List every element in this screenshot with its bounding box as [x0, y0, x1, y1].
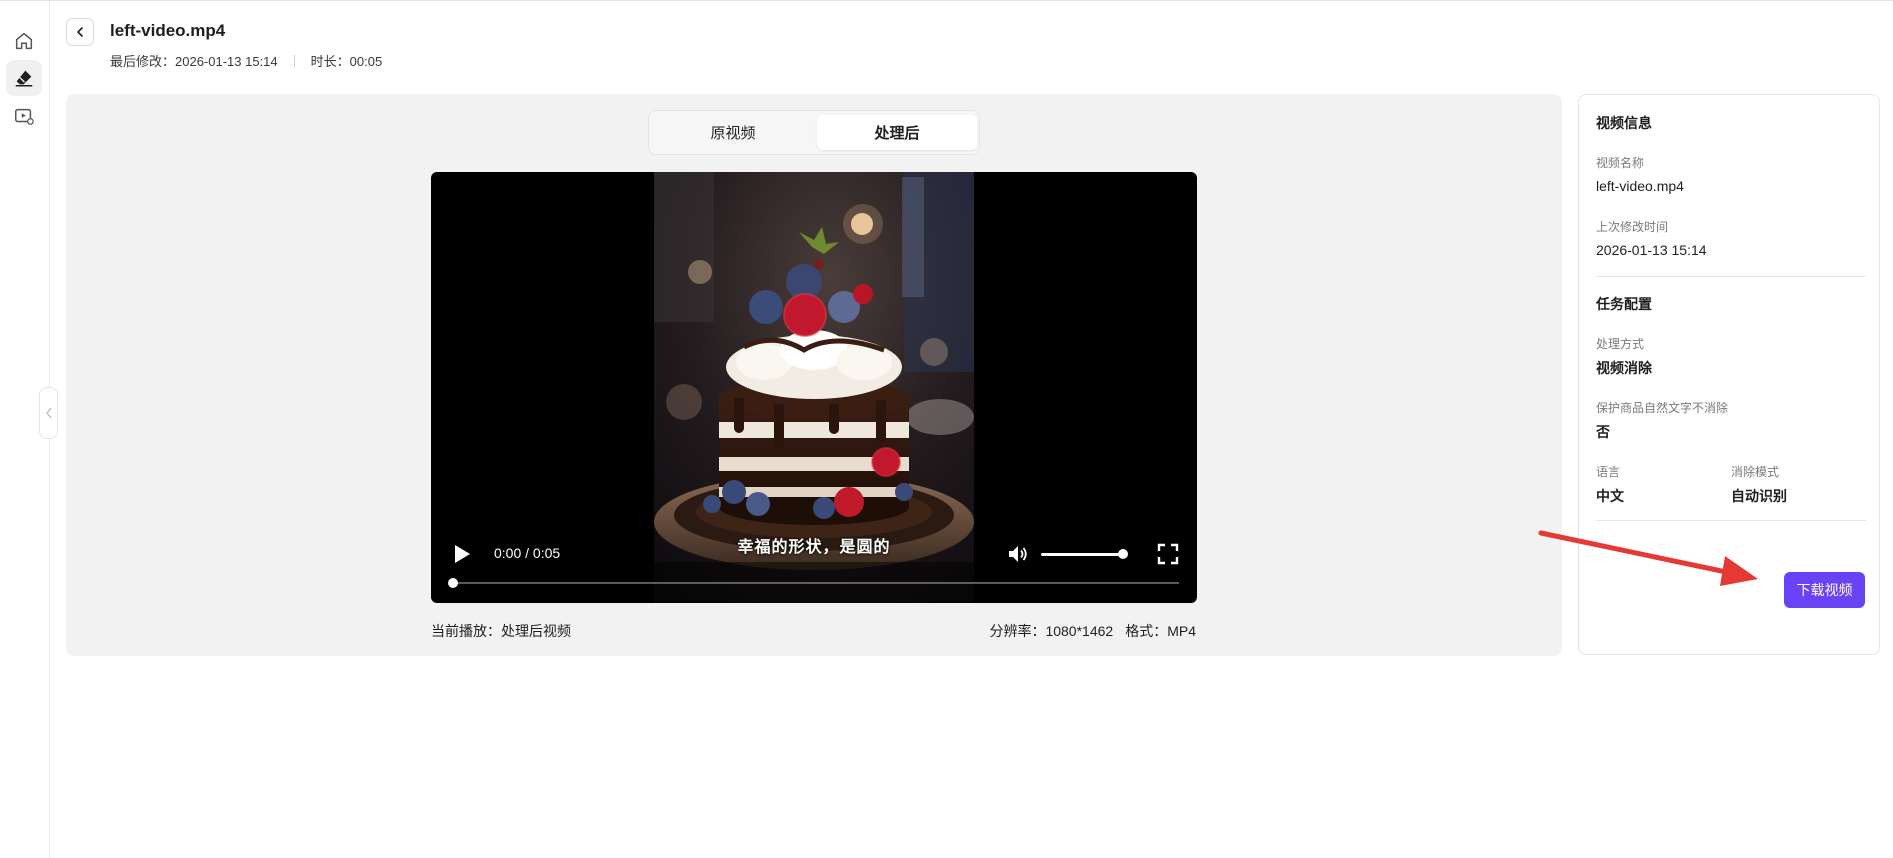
- page-title: left-video.mp4: [110, 21, 226, 40]
- video-name-label: 视频名称: [1596, 156, 1645, 170]
- task-config-heading: 任务配置: [1596, 296, 1652, 312]
- video-frame: 幸福的形状，是圆的: [654, 172, 974, 603]
- protect-text-label: 保护商品自然文字不消除: [1596, 401, 1729, 415]
- seek-bar-handle[interactable]: [448, 578, 458, 588]
- download-video-button[interactable]: 下载视频: [1784, 572, 1865, 608]
- chevron-left-icon: [77, 27, 83, 37]
- meta-divider: [293, 54, 295, 67]
- back-button[interactable]: [66, 18, 94, 46]
- volume-slider[interactable]: [1041, 553, 1123, 556]
- removal-mode-value: 自动识别: [1731, 488, 1787, 504]
- home-icon: [15, 32, 33, 50]
- protect-text-value: 否: [1596, 424, 1610, 440]
- sidebar-item-eraser[interactable]: [6, 60, 42, 96]
- modified-time-value: 2026-01-13 15:14: [1596, 242, 1707, 258]
- tab-processed-video[interactable]: 处理后: [817, 115, 977, 150]
- tab-original-video[interactable]: 原视频: [653, 115, 813, 150]
- video-library-icon: [15, 108, 34, 125]
- chevron-left-icon: [45, 407, 52, 419]
- now-playing-label: 当前播放：处理后视频: [431, 623, 571, 639]
- modified-time-label: 上次修改时间: [1596, 220, 1669, 234]
- eraser-icon: [15, 70, 33, 87]
- processing-method-value: 视频消除: [1596, 360, 1652, 376]
- file-meta: 最后修改：2026-01-13 15:14 时长：00:05: [110, 51, 382, 70]
- format-label: 格式：MP4: [1125, 623, 1196, 639]
- fullscreen-icon[interactable]: [1157, 543, 1179, 565]
- video-info-heading: 视频信息: [1596, 115, 1652, 131]
- collapse-sidebar-handle[interactable]: [39, 387, 58, 439]
- video-toggle: 原视频 处理后: [648, 110, 980, 155]
- playback-time: 0:00 / 0:05: [494, 545, 561, 561]
- seek-bar[interactable]: [451, 582, 1179, 584]
- removal-mode-label: 消除模式: [1731, 465, 1780, 479]
- play-icon[interactable]: [452, 543, 472, 565]
- sidebar-item-home[interactable]: [6, 23, 42, 59]
- info-panel: 视频信息 视频名称 left-video.mp4 上次修改时间 2026-01-…: [1578, 94, 1880, 655]
- video-spec: 分辨率：1080*1462 格式：MP4: [989, 621, 1196, 641]
- top-border: [0, 0, 1893, 1]
- duration: 时长：00:05: [310, 54, 383, 69]
- last-modified: 最后修改：2026-01-13 15:14: [110, 54, 278, 69]
- language-value: 中文: [1596, 488, 1624, 504]
- processing-method-label: 处理方式: [1596, 337, 1645, 351]
- volume-slider-handle[interactable]: [1118, 549, 1128, 559]
- resolution-label: 分辨率：1080*1462: [989, 623, 1114, 639]
- section-divider: [1596, 520, 1866, 521]
- section-divider: [1596, 276, 1866, 277]
- volume-icon[interactable]: [1006, 542, 1030, 566]
- language-label: 语言: [1596, 465, 1621, 479]
- video-player[interactable]: 幸福的形状，是圆的 0:00 / 0:05: [431, 172, 1197, 603]
- video-subtitle: 幸福的形状，是圆的: [737, 539, 891, 556]
- sidebar-item-video-library[interactable]: [6, 98, 42, 134]
- video-name-value: left-video.mp4: [1596, 178, 1684, 194]
